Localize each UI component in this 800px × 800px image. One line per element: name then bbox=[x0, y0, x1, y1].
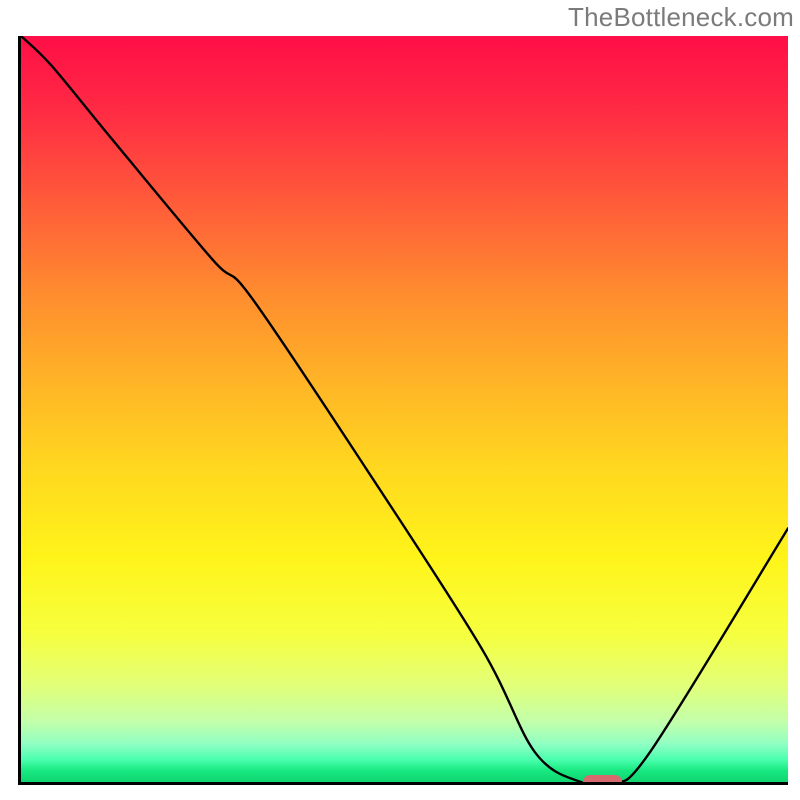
optimum-marker bbox=[583, 775, 622, 786]
chart-frame: TheBottleneck.com bbox=[0, 0, 800, 800]
plot-area bbox=[18, 36, 788, 785]
watermark-text: TheBottleneck.com bbox=[568, 2, 794, 33]
curve-line bbox=[21, 36, 788, 782]
